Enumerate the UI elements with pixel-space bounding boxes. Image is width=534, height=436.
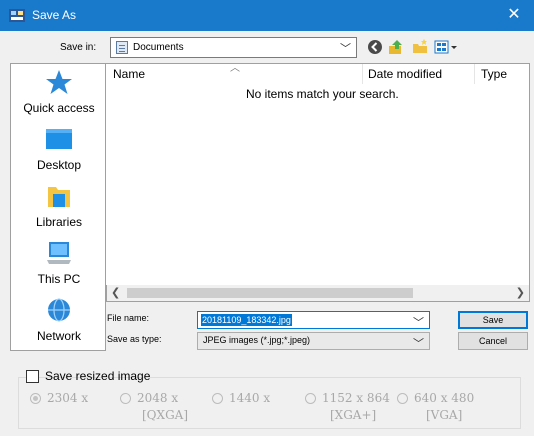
sort-ascending-icon: ︿ [230,63,240,74]
place-label: Quick access [23,101,95,115]
radio-2304[interactable] [30,393,41,404]
window-title: Save As [32,8,77,22]
save-as-type-value: JPEG images (*.jpg;*.jpeg) [203,335,311,345]
views-menu-icon[interactable] [434,38,458,56]
radio-label-640: 640 x 480 [414,391,475,405]
save-as-app-icon [9,9,25,22]
radio-1152[interactable] [305,393,316,404]
chevron-down-icon[interactable]: ﹀ [413,314,424,330]
new-folder-icon[interactable] [411,38,429,56]
places-bar: Quick access Desktop Libraries This PC N… [10,63,106,351]
radio-label-1440: 1440 x [229,391,271,405]
back-icon[interactable] [366,38,384,56]
documents-folder-icon [116,41,128,54]
radio-2048[interactable] [120,393,131,404]
column-header-date-modified[interactable]: Date modified [368,67,442,81]
scroll-left-icon[interactable]: ❮ [111,286,120,299]
save-button[interactable]: Save [458,311,528,329]
chevron-down-icon: ﹀ [340,43,351,55]
empty-message: No items match your search. [246,87,399,101]
place-desktop[interactable]: Desktop [11,126,107,182]
libraries-icon [48,187,70,207]
file-name-value: 20181109_183342.jpg [201,314,292,326]
save-in-label: Save in: [60,42,97,53]
horizontal-scrollbar[interactable]: ❮ ❯ [106,285,530,302]
save-resized-label[interactable]: Save resized image [45,369,150,383]
radio-sublabel-vga: [VGA] [426,408,463,422]
file-list-view[interactable]: ︿ Name Date modified Type No items match… [106,63,530,299]
place-network[interactable]: Network [11,297,107,353]
place-label: This PC [37,272,81,286]
save-as-type-dropdown[interactable]: JPEG images (*.jpg;*.jpeg) ﹀ [197,332,430,350]
place-quick-access[interactable]: Quick access [11,69,107,125]
close-button[interactable]: ✕ [494,0,534,31]
radio-label-1152: 1152 x 864 [322,391,390,405]
up-folder-icon[interactable] [387,38,405,56]
column-separator [474,64,475,84]
radio-sublabel-xga-plus: [XGA+] [330,408,377,422]
title-bar: Save As ✕ [0,0,534,31]
radio-1440[interactable] [212,393,223,404]
network-globe-icon [48,298,70,322]
radio-label-2048: 2048 x [137,391,179,405]
desktop-icon [46,129,72,149]
file-name-label: File name: [107,313,150,323]
star-icon [46,70,72,94]
chevron-down-icon: ﹀ [413,338,424,350]
column-header-type[interactable]: Type [481,67,507,81]
place-label: Network [36,329,81,343]
scrollbar-thumb[interactable] [127,288,413,298]
save-as-type-label: Save as type: [107,334,162,344]
cancel-button[interactable]: Cancel [458,332,528,350]
radio-label-2304: 2304 x [47,391,89,405]
computer-icon [47,242,71,264]
place-label: Libraries [35,215,83,229]
scroll-right-icon[interactable]: ❯ [516,286,525,299]
column-separator [362,64,363,84]
place-libraries[interactable]: Libraries [11,183,107,239]
place-label: Desktop [36,158,82,172]
save-in-dropdown[interactable]: Documents ﹀ [110,37,357,58]
column-header-name[interactable]: Name [113,67,145,81]
radio-640[interactable] [397,393,408,404]
place-this-pc[interactable]: This PC [11,240,107,296]
save-in-value: Documents [133,42,184,53]
save-resized-checkbox[interactable] [26,370,39,383]
file-name-input[interactable]: 20181109_183342.jpg ﹀ [197,311,430,329]
radio-sublabel-qxga: [QXGA] [142,408,188,422]
close-icon: ✕ [507,6,521,23]
